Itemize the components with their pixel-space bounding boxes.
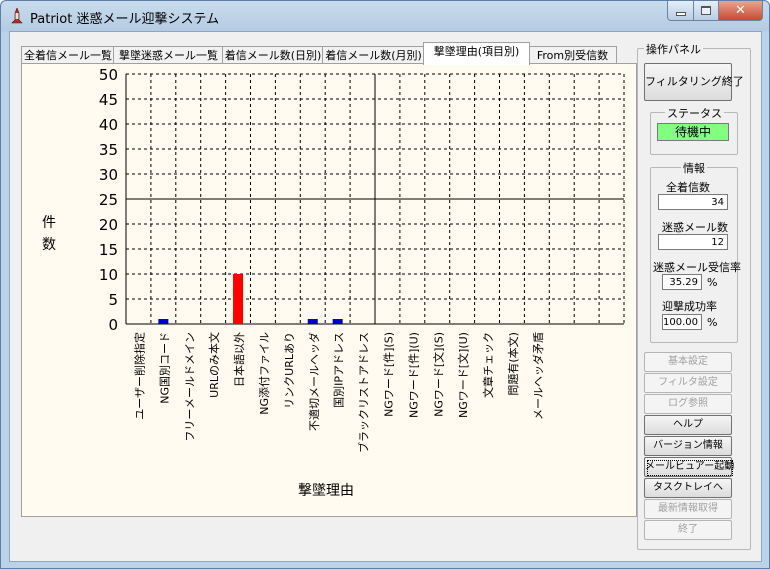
- x-tick-label: 不適切メールヘッダ: [307, 332, 321, 431]
- x-tick-label: NGワード[件](U): [407, 332, 420, 418]
- y-tick-label: 20: [99, 216, 118, 234]
- bar: [158, 319, 169, 324]
- x-tick-label: メールヘッダ矛盾: [531, 332, 545, 420]
- minimize-icon: [675, 11, 686, 16]
- patriot-missile-icon: [11, 8, 23, 24]
- x-tick-label: ユーザー削除指定: [132, 332, 146, 420]
- x-tick-label: 国別IPアドレス: [333, 332, 346, 408]
- bottom-area: [22, 518, 634, 552]
- x-tick-label: NGワード[件](S): [382, 332, 395, 417]
- x-tick-label: 文章チェック: [481, 332, 495, 398]
- close-icon: ✕: [735, 3, 746, 18]
- rate-unit: %: [707, 276, 718, 289]
- minimize-button[interactable]: [667, 1, 694, 21]
- y-tick-label: 15: [99, 241, 118, 259]
- tab-blocked-mail[interactable]: 撃墜迷惑メール一覧: [113, 46, 224, 64]
- success-label: 迎撃成功率: [662, 300, 717, 313]
- y-tick-label: 50: [99, 66, 118, 84]
- y-axis-label-2: 数: [42, 237, 56, 253]
- total-label: 全着信数: [666, 181, 710, 194]
- y-tick-label: 45: [99, 91, 118, 109]
- rate-label: 迷惑メール受信率: [653, 261, 741, 274]
- x-tick-label: URLのみ本文: [207, 332, 221, 398]
- control-panel-title: 操作パネル: [644, 41, 703, 57]
- y-tick-label: 5: [108, 291, 118, 309]
- status-group-title: ステータス: [665, 105, 724, 121]
- focus-rectangle: [647, 460, 733, 476]
- bar: [307, 319, 318, 324]
- close-button[interactable]: ✕: [719, 1, 763, 21]
- tab-block-reason[interactable]: 撃墜理由(項目別): [423, 42, 530, 65]
- total-field: 34: [658, 194, 728, 210]
- status-indicator: 待機中: [657, 123, 729, 141]
- version-info-button[interactable]: バージョン情報: [644, 436, 732, 456]
- app-window: Patriot 迷惑メール迎撃システム ✕ 全着信メール一覧 撃墜迷惑メール一覧…: [0, 0, 770, 569]
- tab-daily[interactable]: 着信メール数(日別): [222, 46, 324, 64]
- update-check-button[interactable]: 最新情報取得: [644, 499, 732, 519]
- x-axis-label: 撃墜理由: [298, 483, 354, 499]
- x-tick-label: NG添付ファイル: [257, 332, 271, 415]
- x-tick-label: NG国別コード: [158, 332, 171, 404]
- maximize-icon: [701, 6, 711, 15]
- rate-field: 35.29: [662, 274, 702, 290]
- x-tick-label: リンクURLあり: [283, 332, 296, 409]
- bar: [332, 319, 343, 324]
- success-unit: %: [707, 316, 718, 329]
- spam-field: 12: [658, 234, 728, 250]
- y-axis-label-1: 件: [42, 215, 56, 231]
- y-tick-label: 0: [108, 316, 118, 334]
- window-title: Patriot 迷惑メール迎撃システム: [30, 12, 220, 27]
- title-bar[interactable]: Patriot 迷惑メール迎撃システム ✕: [1, 1, 769, 31]
- x-tick-label: NGワード[文](S): [431, 332, 445, 417]
- y-tick-label: 40: [99, 116, 118, 134]
- task-tray-button[interactable]: タスクトレイへ: [644, 478, 732, 498]
- tab-monthly[interactable]: 着信メール数(月別): [322, 46, 425, 64]
- spam-label: 迷惑メール数: [662, 221, 728, 234]
- view-log-button[interactable]: ログ参照: [644, 394, 732, 414]
- chart-panel: 0 5 10 15 20 25 30 35 40 45 50 ユーザー削除指定 NG国別コード フリーメー…: [21, 63, 637, 517]
- basic-settings-button[interactable]: 基本設定: [644, 352, 732, 372]
- x-tick-label: ブラックリストアドレス: [357, 332, 371, 453]
- y-tick-label: 30: [99, 166, 118, 184]
- tab-all-mail[interactable]: 全着信メール一覧: [21, 46, 115, 64]
- help-button[interactable]: ヘルプ: [644, 415, 732, 435]
- block-reason-chart: 0 5 10 15 20 25 30 35 40 45 50 ユーザー削除指定 NG国別コード フリーメー…: [99, 66, 625, 453]
- x-tick-label: 日本語以外: [232, 332, 246, 387]
- x-tick-label: NGワード[文](U): [456, 332, 470, 418]
- maximize-button[interactable]: [694, 1, 719, 21]
- y-tick-label: 35: [99, 141, 118, 159]
- bar: [233, 274, 244, 324]
- x-tick-label: フリーメールドメイン: [183, 332, 196, 442]
- tab-from-count[interactable]: From別受信数: [528, 46, 617, 64]
- stop-filtering-button[interactable]: フィルタリング終了: [644, 63, 744, 101]
- y-tick-label: 25: [99, 191, 118, 209]
- x-tick-label: 問題有(本文): [506, 332, 520, 396]
- exit-button[interactable]: 終了: [644, 520, 732, 540]
- info-group-title: 情報: [681, 160, 707, 176]
- filter-settings-button[interactable]: フィルタ設定: [644, 373, 732, 393]
- y-tick-label: 10: [99, 266, 118, 284]
- success-field: 100.00: [662, 314, 702, 330]
